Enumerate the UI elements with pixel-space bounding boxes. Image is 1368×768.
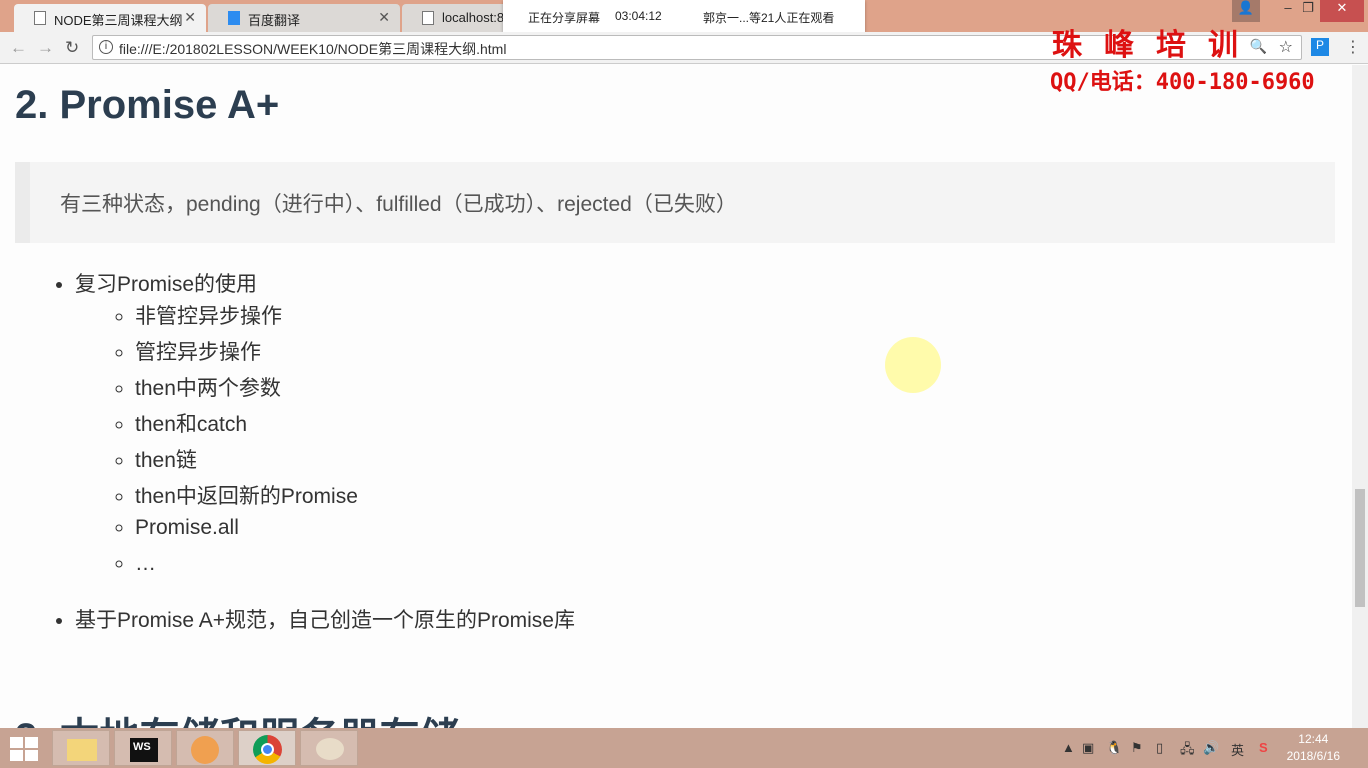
clock-time: 12:44 [1298,732,1329,746]
tab-title: 百度翻译 [248,13,301,28]
chrome-icon[interactable] [238,730,296,766]
list-item: then和catch [135,408,575,444]
translate-icon [228,11,240,25]
watermark-brand: 珠峰培训 [1052,28,1260,63]
tab-node-outline[interactable]: NODE第三周课程大纲 ✕ [14,4,206,32]
close-icon[interactable]: ✕ [184,9,196,26]
file-explorer-icon[interactable] [52,730,110,766]
sogou-icon[interactable]: S [1259,740,1268,755]
forward-icon[interactable]: → [37,38,54,58]
menu-icon[interactable]: ⋮ [1345,37,1361,57]
close-window-button[interactable]: ✕ [1320,0,1364,22]
network-icon[interactable]: 🖧 [1180,740,1195,762]
extension-icon[interactable]: P [1311,38,1329,56]
share-viewers: 郭京一...等21人正在观看 [703,11,835,25]
clock[interactable]: 12:44 2018/6/16 [1287,731,1340,765]
outline-list: 复习Promise的使用 非管控异步操作 管控异步操作 then中两个参数 th… [75,268,575,640]
page-icon [34,11,46,25]
section-heading: 2. Promise A+ [15,83,280,127]
battery-icon[interactable]: ▯ [1156,740,1163,756]
list-item: 基于Promise A+规范，自己创造一个原生的Promise库 [75,604,575,640]
webstorm-icon[interactable]: WS [114,730,172,766]
tray-app-icon[interactable]: ▣ [1082,740,1094,756]
share-time: 03:04:12 [615,9,662,23]
show-hidden-icons[interactable]: ▲ [1062,740,1075,755]
close-icon[interactable]: ✕ [378,9,390,26]
blockquote: 有三种状态，pending（进行中）、fulfilled（已成功）、reject… [15,162,1335,243]
scrollbar[interactable] [1352,65,1368,728]
star-icon[interactable]: ☆ [1279,37,1293,57]
list-item: Promise.all [135,516,575,552]
action-center-flag-icon[interactable]: ⚑ [1131,740,1143,756]
ime-indicator[interactable]: 英 [1231,740,1244,759]
cursor-highlight [885,337,941,393]
list-item: 非管控异步操作 [135,300,575,336]
toolbox-icon[interactable] [176,730,234,766]
volume-icon[interactable]: 🔊 [1203,740,1219,756]
page-content: 2. Promise A+ 有三种状态，pending（进行中）、fulfill… [0,65,1352,728]
windows-start-icon[interactable] [10,737,38,761]
share-status: 正在分享屏幕 [528,11,601,25]
list-item: then中两个参数 [135,372,575,408]
clock-date: 2018/6/16 [1286,749,1340,763]
list-item: … [135,552,575,588]
list-item: then中返回新的Promise [135,480,575,516]
scrollbar-thumb[interactable] [1355,489,1365,607]
taskbar: WS ▲ ▣ 🐧 ⚑ ▯ 🖧 🔊 英 S 12:44 2018/6/16 [0,728,1368,768]
reload-icon[interactable]: ↻ [65,38,79,58]
page-icon [422,11,434,25]
qq-icon[interactable]: 🐧 [1106,740,1122,756]
list-item: 复习Promise的使用 非管控异步操作 管控异步操作 then中两个参数 th… [75,268,575,588]
paint-icon[interactable] [300,730,358,766]
list-item: 管控异步操作 [135,336,575,372]
back-icon[interactable]: ← [10,38,27,58]
list-item-text: 复习Promise的使用 [75,273,258,296]
info-icon[interactable]: i [99,40,113,54]
next-section-heading: 3. 本地存储和服务器存储 [15,705,459,728]
url-text: file:///E:/201802LESSON/WEEK10/NODE第三周课程… [119,41,507,57]
tab-localhost[interactable]: localhost:888 [402,4,519,32]
sub-list: 非管控异步操作 管控异步操作 then中两个参数 then和catch then… [75,300,575,588]
screen-share-bar: 正在分享屏幕 03:04:12 郭京一...等21人正在观看 [503,0,865,32]
tab-baidu-translate[interactable]: 百度翻译 ✕ [208,4,400,32]
list-item: then链 [135,444,575,480]
tab-title: NODE第三周课程大纲 [54,13,183,28]
profile-icon[interactable]: 👤 [1232,0,1260,22]
